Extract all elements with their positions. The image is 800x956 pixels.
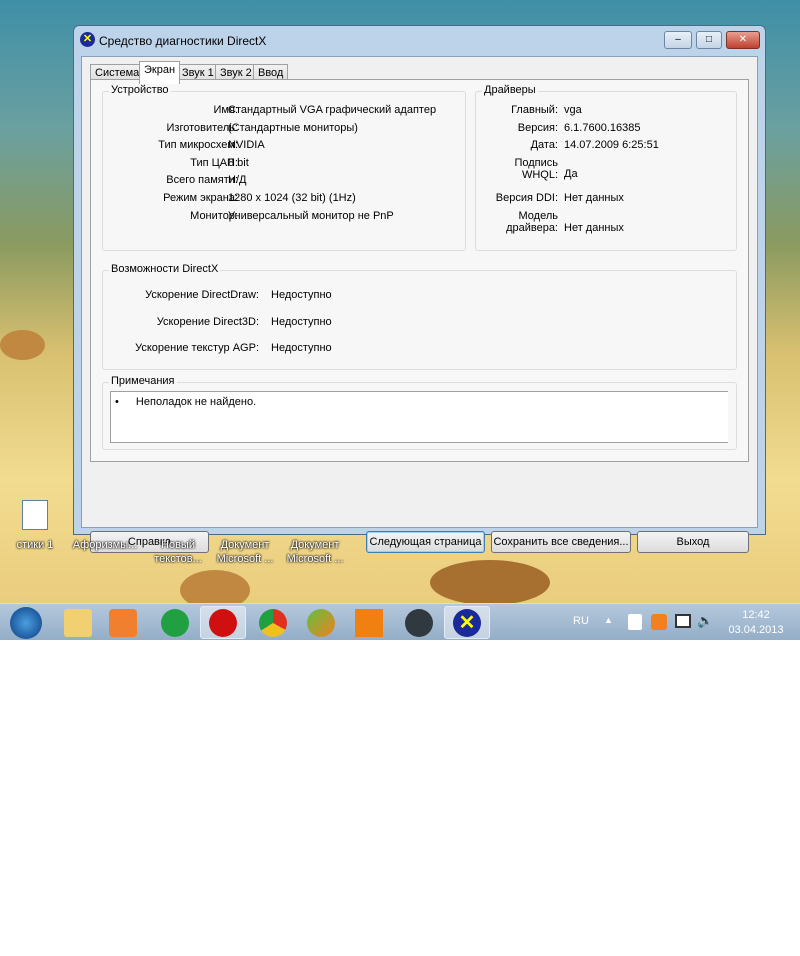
notes-box[interactable]: • Неполадок не найдено. xyxy=(110,391,728,443)
feature-label: Ускорение Direct3D: xyxy=(156,316,259,328)
taskbar-media-player[interactable] xyxy=(100,606,146,639)
desktop-icon-label[interactable]: Афоризмы... xyxy=(65,538,145,552)
desktop-icon-text: Microsoft ... xyxy=(216,553,274,565)
device-value: Универсальный монитор не PnP xyxy=(228,210,394,222)
feature-label: Ускорение текстур AGP: xyxy=(135,342,259,354)
desktop-icon-text: стики 1 xyxy=(16,539,54,551)
drivers-group: Драйверы Главный: vga Версия: 6.1.7600.163… xyxy=(475,84,737,251)
dxdiag-window: ✕ Средство диагностики DirectX – □ ✕ Сис… xyxy=(73,25,766,553)
save-all-button[interactable]: Сохранить все сведения... xyxy=(491,531,631,553)
driver-label: Главный: xyxy=(511,104,558,116)
windows-logo-icon xyxy=(10,606,42,639)
action-center-flag-icon[interactable] xyxy=(628,614,642,630)
desktop-icon-label[interactable]: стики 1 xyxy=(0,538,75,552)
driver-value: Нет данных xyxy=(564,222,624,234)
exit-button[interactable]: Выход xyxy=(637,531,749,553)
desktop-icon-text: Microsoft ... xyxy=(286,553,344,565)
clock-date: 03.04.2013 xyxy=(728,624,784,636)
device-value: 8 bit xyxy=(228,157,249,169)
folder-icon xyxy=(64,608,92,637)
desktop-icon-file[interactable] xyxy=(22,500,48,530)
device-label: Тип ЦАП: xyxy=(190,157,238,169)
clock-time: 12:42 xyxy=(742,609,770,621)
chrome-icon xyxy=(259,608,287,637)
note-item: Неполадок не найдено. xyxy=(135,396,257,408)
feature-value: Недоступно xyxy=(271,342,332,354)
tray-app-icon[interactable] xyxy=(651,614,667,630)
device-value: 1280 x 1024 (32 bit) (1Hz) xyxy=(228,192,356,204)
odnoklassniki-icon xyxy=(355,608,383,637)
network-icon[interactable] xyxy=(675,614,691,628)
next-page-button[interactable]: Следующая страница xyxy=(366,531,485,553)
drivers-group-title: Драйверы xyxy=(482,84,538,96)
window-title: Средство диагностики DirectX xyxy=(99,34,267,48)
directx-icon: ✕ xyxy=(453,608,481,637)
taskbar-app[interactable] xyxy=(298,606,344,639)
taskbar-app2[interactable] xyxy=(396,606,442,639)
opera-icon xyxy=(209,608,237,637)
device-label: Изготовитель: xyxy=(166,122,239,134)
driver-value: Нет данных xyxy=(564,192,624,204)
app-icon xyxy=(307,608,335,637)
feature-value: Недоступно xyxy=(271,316,332,328)
feature-label: Ускорение DirectDraw: xyxy=(145,289,259,301)
show-hidden-icons-icon[interactable]: ▲ xyxy=(604,615,613,625)
desktop-icon-text: Документ xyxy=(220,539,270,551)
driver-value: 6.1.7600.16385 xyxy=(564,122,641,134)
rock xyxy=(430,560,550,605)
driver-value: Да xyxy=(564,168,578,180)
device-value: Стандартный VGA графический адаптер xyxy=(228,104,437,116)
driver-label: Версия: xyxy=(517,122,558,134)
minimize-button[interactable]: – xyxy=(664,31,692,49)
device-label: Имя: xyxy=(213,104,238,116)
taskbar-mail-agent[interactable] xyxy=(152,606,198,639)
close-button[interactable]: ✕ xyxy=(726,31,760,49)
volume-icon[interactable]: 🔈 xyxy=(697,613,713,629)
directx-icon: ✕ xyxy=(80,32,95,47)
device-group: Устройство Имя: Стандартный VGA графическ… xyxy=(102,84,466,251)
clock[interactable]: 12:42 03.04.2013 xyxy=(720,608,792,638)
taskbar: ✕ RU ▲ 🔈 12:42 03.04.2013 xyxy=(0,603,800,640)
taskbar-opera[interactable] xyxy=(200,606,246,639)
notes-group: Примечания • Неполадок не найдено. xyxy=(102,375,737,450)
device-label: Режим экрана: xyxy=(163,192,238,204)
feature-value: Недоступно xyxy=(271,289,332,301)
driver-value: vga xyxy=(564,104,582,116)
desktop-icon-text: Документ xyxy=(290,539,340,551)
device-value: Н/Д xyxy=(228,174,247,186)
driver-label: Модель xyxy=(518,210,558,222)
device-label: Тип микросхем: xyxy=(158,139,238,151)
taskbar-chrome[interactable] xyxy=(250,606,296,639)
device-label: Монитор: xyxy=(190,210,238,222)
driver-value: 14.07.2009 6:25:51 xyxy=(564,139,659,151)
device-group-title: Устройство xyxy=(109,84,171,96)
maximize-button[interactable]: □ xyxy=(696,31,722,49)
tab-panel: Устройство Имя: Стандартный VGA графическ… xyxy=(90,79,749,462)
media-player-icon xyxy=(109,608,137,637)
driver-label: Версия DDI: xyxy=(495,192,558,204)
desktop-icon-label[interactable]: Документ Microsoft ... xyxy=(205,538,285,566)
rock xyxy=(0,330,45,360)
driver-label: драйвера: xyxy=(506,222,558,234)
bullet-icon: • xyxy=(115,396,119,408)
device-label: Всего памяти: xyxy=(166,174,238,186)
app2-icon xyxy=(405,608,433,637)
language-indicator[interactable]: RU xyxy=(573,615,589,627)
window-client: Система Экран Звук 1 Звук 2 Ввод Устройс… xyxy=(81,56,758,553)
notes-group-title: Примечания xyxy=(109,375,177,387)
features-group-title: Возможности DirectX xyxy=(109,263,221,275)
driver-label: Подпись WHQL: xyxy=(514,157,558,181)
driver-label: Дата: xyxy=(530,139,558,151)
device-value: (Стандартные мониторы) xyxy=(228,122,358,134)
taskbar-dxdiag[interactable]: ✕ xyxy=(444,606,490,639)
tab-display[interactable]: Экран xyxy=(139,61,181,84)
start-button[interactable] xyxy=(3,606,49,639)
taskbar-odnoklassniki[interactable] xyxy=(346,606,392,639)
device-value: NVIDIA xyxy=(228,139,265,151)
features-group: Возможности DirectX Ускорение DirectDraw… xyxy=(102,263,737,370)
mail-agent-icon xyxy=(161,608,189,637)
taskbar-explorer[interactable] xyxy=(55,606,101,639)
desktop-icon-text: Афоризмы... xyxy=(72,539,138,551)
desktop-icon-label[interactable]: Документ Microsoft ... xyxy=(275,538,355,566)
